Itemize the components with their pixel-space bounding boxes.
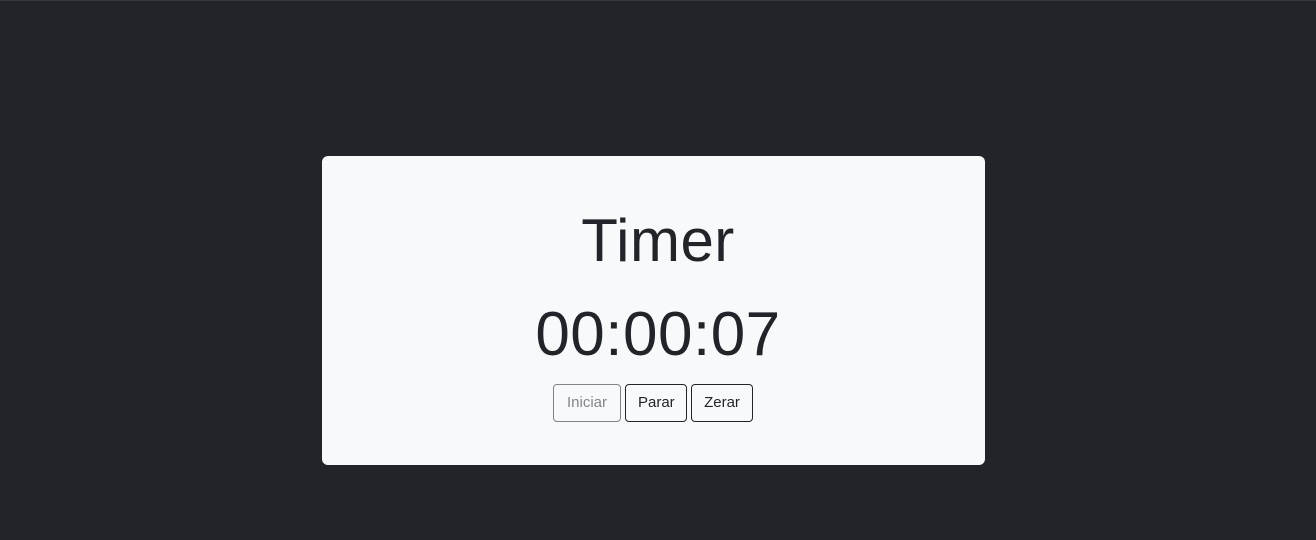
start-button[interactable]: Iniciar <box>553 384 621 422</box>
stop-button[interactable]: Parar <box>625 384 687 422</box>
timer-controls: Iniciar Parar Zerar <box>553 384 753 422</box>
reset-button[interactable]: Zerar <box>691 384 753 422</box>
time-display: 00:00:07 <box>535 300 781 369</box>
top-border <box>0 0 1316 1</box>
timer-title: Timer <box>581 207 735 274</box>
